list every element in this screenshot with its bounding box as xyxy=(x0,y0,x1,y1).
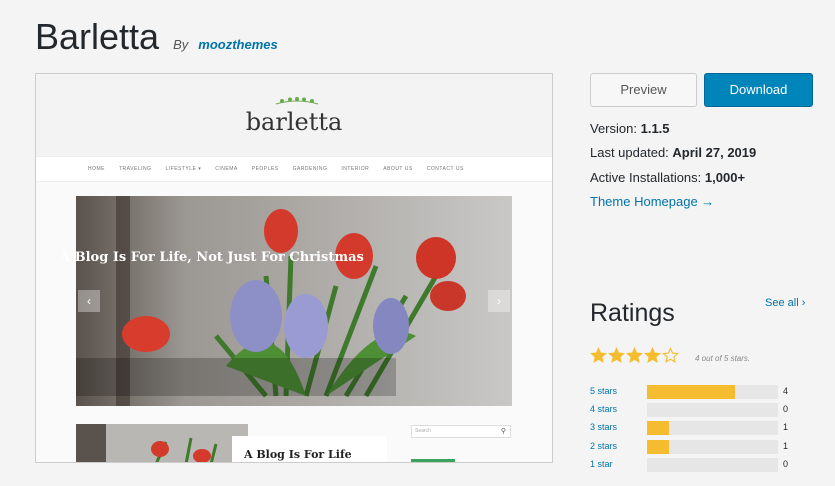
carousel-prev-icon: ‹ xyxy=(78,290,100,312)
rating-row-count: 1 xyxy=(783,422,789,432)
rating-row-label[interactable]: 5 stars xyxy=(590,386,617,396)
rating-row-label[interactable]: 1 star xyxy=(590,459,613,469)
rating-bar-track xyxy=(647,421,778,435)
preview-nav-item: CINEMA xyxy=(215,166,238,172)
rating-row-count: 0 xyxy=(783,459,789,469)
star-empty-icon xyxy=(662,347,679,364)
preview-nav-item: LIFESTYLE ▾ xyxy=(165,166,202,172)
rating-row-count: 4 xyxy=(783,386,789,396)
hero-image xyxy=(76,196,512,406)
star-filled-icon xyxy=(608,347,625,364)
carousel-next-icon: › xyxy=(488,290,510,312)
rating-bar-fill xyxy=(647,440,670,454)
by-label: By xyxy=(173,37,189,52)
version-value: 1.1.5 xyxy=(640,121,670,136)
rating-row-count: 0 xyxy=(783,404,789,414)
see-all-link[interactable]: See all › xyxy=(765,297,805,309)
theme-screenshot: barletta HOME TRAVELING LIFESTYLE ▾ CINE… xyxy=(35,73,553,463)
rating-row-label[interactable]: 2 stars xyxy=(590,441,617,451)
preview-nav: HOME TRAVELING LIFESTYLE ▾ CINEMA PEOPLE… xyxy=(36,156,552,182)
ratings-title: Ratings xyxy=(590,299,675,327)
installations-value: 1,000+ xyxy=(704,170,746,185)
rating-bar-fill xyxy=(647,385,735,399)
author-link[interactable]: moozthemes xyxy=(198,37,277,52)
last-updated-label: Last updated: xyxy=(590,145,669,160)
theme-homepage-link[interactable]: Theme Homepage → xyxy=(590,194,714,209)
star-filled-icon xyxy=(626,347,643,364)
download-button[interactable]: Download xyxy=(704,73,813,107)
preview-nav-item: GARDENING xyxy=(292,166,328,172)
rating-bar-track xyxy=(647,458,778,472)
preview-green-bar xyxy=(411,459,455,462)
installations-info: Active Installations: 1,000+ xyxy=(590,170,745,185)
search-icon: ⚲ xyxy=(500,428,507,435)
preview-nav-item: CONTACT US xyxy=(426,166,464,172)
post-card-title: A Blog Is For Life xyxy=(244,448,352,461)
preview-nav-item: TRAVELING xyxy=(119,166,152,172)
hero-caption: A Blog Is For Life, Not Just For Christm… xyxy=(60,250,364,265)
star-filled-icon xyxy=(644,347,661,364)
theme-name: Barletta xyxy=(35,16,160,57)
rating-row-count: 1 xyxy=(783,441,789,451)
theme-page: Barletta By moozthemes barletta HOME TRA… xyxy=(0,0,835,486)
preview-logo: barletta xyxy=(245,108,343,136)
star-rating-label: 4 out of 5 stars. xyxy=(695,354,751,363)
preview-button[interactable]: Preview xyxy=(590,73,697,107)
leaf-ornament-icon xyxy=(275,97,319,105)
rating-bar-track xyxy=(647,385,778,399)
rating-row-label[interactable]: 4 stars xyxy=(590,404,617,414)
last-updated-info: Last updated: April 27, 2019 xyxy=(590,145,756,160)
installations-label: Active Installations: xyxy=(590,170,702,185)
preview-nav-item: ABOUT US xyxy=(383,166,413,172)
rating-bar-track xyxy=(647,403,778,417)
star-filled-icon xyxy=(590,347,607,364)
theme-title: Barletta By moozthemes xyxy=(35,16,278,58)
last-updated-value: April 27, 2019 xyxy=(672,145,757,160)
version-label: Version: xyxy=(590,121,637,136)
preview-nav-item: INTERIOR xyxy=(341,166,370,172)
version-info: Version: 1.1.5 xyxy=(590,121,670,136)
rating-bar-fill xyxy=(647,421,670,435)
post-thumbnail xyxy=(76,424,248,462)
post-card: A Blog Is For Life xyxy=(232,436,387,462)
preview-nav-item: HOME xyxy=(88,166,105,172)
star-rating xyxy=(590,347,679,364)
preview-nav-item: PEOPLES xyxy=(251,166,279,172)
rating-row-label[interactable]: 3 stars xyxy=(590,422,617,432)
rating-bar-track xyxy=(647,440,778,454)
